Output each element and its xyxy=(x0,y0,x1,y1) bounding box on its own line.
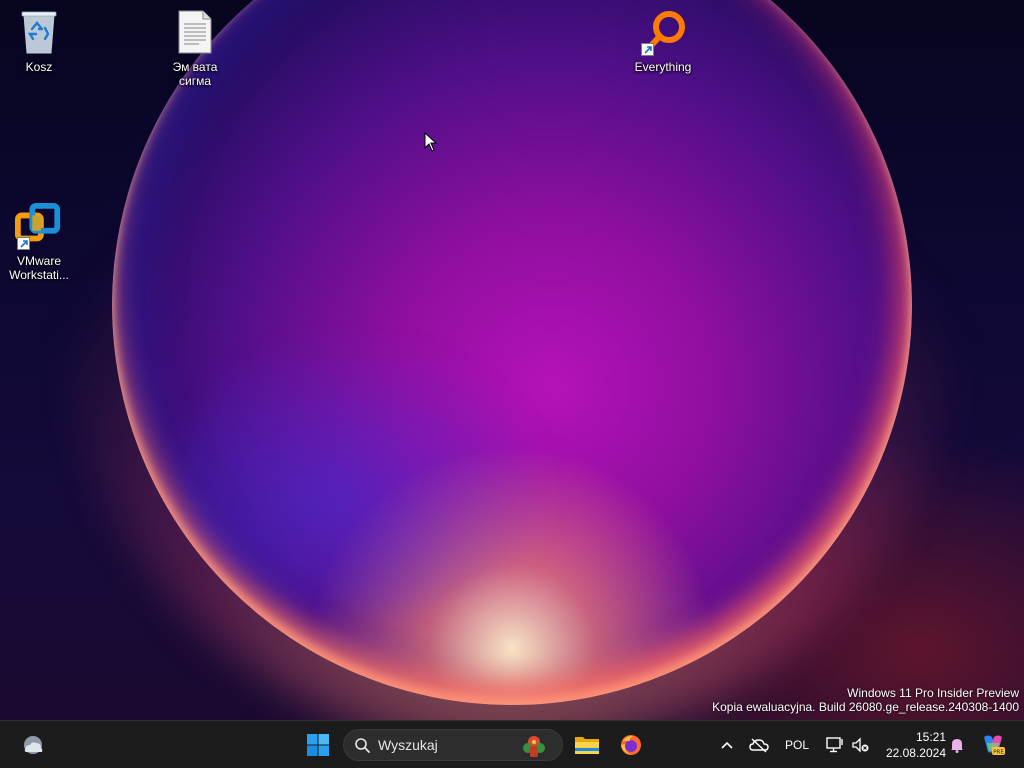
desktop-icon-label: VMware Workstati... xyxy=(9,254,69,282)
mouse-cursor-icon xyxy=(424,131,438,157)
bell-icon xyxy=(951,739,963,753)
volume-button[interactable] xyxy=(849,725,873,765)
windows-watermark: Windows 11 Pro Insider Preview Kopia ewa… xyxy=(712,686,1019,714)
copilot-button[interactable]: PRE xyxy=(976,725,1010,765)
copilot-pre-icon: PRE xyxy=(984,735,1005,756)
taskbar-file-explorer-button[interactable] xyxy=(567,725,607,765)
clock-date: 22.08.2024 xyxy=(885,746,946,760)
windows-logo-icon xyxy=(307,734,329,756)
taskbar-clock[interactable]: 15:21 22.08.2024 xyxy=(876,729,946,761)
search-placeholder: Wyszukaj xyxy=(378,737,438,753)
search-icon xyxy=(355,738,370,753)
desktop-icon-label: Everything xyxy=(634,60,692,74)
desktop-icon-vmware[interactable]: VMware Workstati... xyxy=(0,202,78,282)
vmware-icon xyxy=(15,202,63,250)
desktop-icon-label: Эм вата сигма xyxy=(172,60,218,88)
network-button[interactable] xyxy=(822,725,848,765)
volume-muted-icon xyxy=(852,737,869,753)
chevron-up-icon xyxy=(721,741,733,749)
network-monitor-icon xyxy=(826,737,843,753)
desktop-wallpaper xyxy=(0,0,1024,720)
search-highlight-icon xyxy=(520,733,548,764)
onedrive-button[interactable] xyxy=(745,725,773,765)
onedrive-offline-icon xyxy=(749,738,769,753)
widgets-button[interactable] xyxy=(14,725,52,765)
shortcut-arrow-icon xyxy=(17,237,30,250)
taskbar: Wyszukaj POL 15:21 22.08.2024 PRE xyxy=(0,720,1024,768)
file-explorer-icon xyxy=(575,737,599,754)
show-hidden-icons-button[interactable] xyxy=(716,725,738,765)
desktop-icon-label: Kosz xyxy=(25,60,53,74)
watermark-build: Kopia ewaluacyjna. Build 26080.ge_releas… xyxy=(712,700,1019,714)
start-button[interactable] xyxy=(298,725,338,765)
shortcut-arrow-icon xyxy=(641,43,654,56)
desktop-icon-everything[interactable]: Everything xyxy=(624,8,702,74)
input-language-indicator: POL xyxy=(784,738,809,752)
recycle-bin-icon xyxy=(15,8,63,56)
notifications-button[interactable] xyxy=(946,725,968,765)
everything-search-icon xyxy=(639,8,687,56)
watermark-edition: Windows 11 Pro Insider Preview xyxy=(847,686,1019,700)
taskbar-firefox-button[interactable] xyxy=(611,725,651,765)
clock-time: 15:21 xyxy=(915,730,946,744)
svg-text:PRE: PRE xyxy=(993,750,1004,756)
weather-cloud-icon xyxy=(24,736,43,754)
desktop-icon-text-document[interactable]: Эм вата сигма xyxy=(156,8,234,88)
text-document-icon xyxy=(171,8,219,56)
desktop-icon-recycle-bin[interactable]: Kosz xyxy=(0,8,78,74)
firefox-icon xyxy=(621,735,641,755)
input-language-button[interactable]: POL xyxy=(780,725,814,765)
wallpaper-orb-highlight xyxy=(180,330,560,610)
taskbar-search-input[interactable]: Wyszukaj xyxy=(343,729,563,761)
